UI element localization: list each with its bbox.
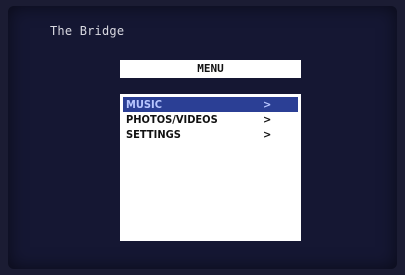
- chevron-right-icon: >: [263, 128, 272, 141]
- tv-screen: The Bridge MENU MUSIC > PHOTOS/VIDEOS > …: [0, 0, 405, 275]
- menu-header: MENU: [120, 60, 301, 78]
- menu-item-label: MUSIC: [126, 98, 162, 111]
- chevron-right-icon: >: [263, 98, 272, 111]
- menu-item-music[interactable]: MUSIC >: [123, 97, 298, 112]
- device-title: The Bridge: [50, 24, 125, 38]
- menu-item-label: SETTINGS: [126, 128, 181, 141]
- chevron-right-icon: >: [263, 113, 272, 126]
- menu-list: MUSIC > PHOTOS/VIDEOS > SETTINGS >: [123, 97, 298, 142]
- menu-panel: MUSIC > PHOTOS/VIDEOS > SETTINGS >: [120, 94, 301, 241]
- menu-item-settings[interactable]: SETTINGS >: [123, 127, 298, 142]
- menu-item-photos-videos[interactable]: PHOTOS/VIDEOS >: [123, 112, 298, 127]
- menu-item-label: PHOTOS/VIDEOS: [126, 113, 218, 126]
